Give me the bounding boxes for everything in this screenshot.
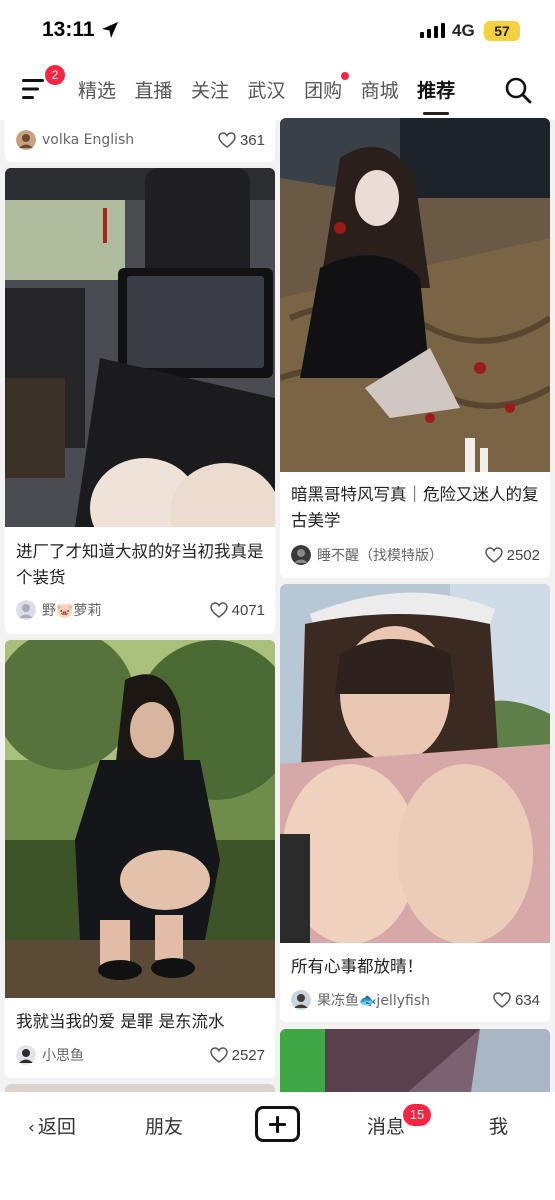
like-count: 361	[239, 131, 265, 149]
card-meta: 睡不醒（找模特版） 2502	[291, 544, 540, 566]
avatar[interactable]	[291, 990, 311, 1010]
heart-icon	[218, 132, 236, 148]
card-meta: 果冻鱼🐟jellyfish 634	[291, 989, 540, 1011]
card-title[interactable]: 我就当我的爱 是罪 是东流水	[16, 1009, 265, 1035]
menu-badge: 2	[45, 65, 65, 85]
chevron-left-icon: ‹	[28, 1118, 35, 1138]
avatar[interactable]	[291, 545, 311, 565]
like-count: 2502	[506, 546, 540, 564]
location-arrow-icon	[102, 22, 118, 38]
heart-icon	[484, 547, 503, 563]
like-button[interactable]: 4071	[209, 601, 265, 619]
tab-mall[interactable]: 商城	[361, 76, 399, 103]
battery-icon: 57	[484, 21, 520, 41]
card-title[interactable]: 进厂了才知道大叔的好当初我真是个装货	[16, 539, 265, 591]
top-nav: 2 精选 直播 关注 武汉 团购 商城 推荐	[0, 58, 555, 120]
card-title[interactable]: 所有心事都放晴！	[291, 954, 540, 980]
cover-image	[5, 168, 275, 527]
author-name[interactable]: 睡不醒（找模特版）	[317, 545, 485, 565]
avatar[interactable]	[16, 130, 36, 150]
card-meta: 小思鱼 2527	[16, 1044, 265, 1066]
tab-live[interactable]: 直播	[135, 76, 173, 103]
heart-icon	[209, 602, 228, 618]
like-count: 634	[514, 991, 540, 1009]
cover-image	[280, 584, 550, 943]
search-icon[interactable]	[504, 76, 532, 104]
feed-card[interactable]: volka English 361	[5, 120, 275, 162]
status-time: 13:11	[42, 18, 95, 41]
tab-label: 团购	[304, 80, 343, 102]
tab-me[interactable]: 我	[489, 1112, 508, 1139]
network-type: 4G	[452, 21, 475, 40]
like-count: 4071	[231, 601, 265, 619]
feed-card[interactable]	[280, 1029, 550, 1099]
tab-notification-dot	[341, 72, 350, 80]
back-button[interactable]: ‹ 返回	[28, 1112, 76, 1139]
cover-image	[280, 1029, 550, 1099]
author-name[interactable]: 小思鱼	[42, 1045, 210, 1065]
author-name[interactable]: volka English	[42, 132, 218, 148]
signal-icon	[420, 23, 445, 38]
menu-icon[interactable]	[20, 76, 48, 102]
cover-image	[5, 640, 275, 998]
tab-group-buy[interactable]: 团购	[304, 72, 350, 103]
like-count: 2527	[231, 1046, 265, 1064]
feed-card[interactable]: 我就当我的爱 是罪 是东流水 小思鱼 2527	[5, 640, 275, 1078]
heart-icon	[209, 1047, 228, 1063]
like-button[interactable]: 2527	[209, 1046, 265, 1064]
feed-card[interactable]: 所有心事都放晴！ 果冻鱼🐟jellyfish 634	[280, 584, 550, 1022]
cover-image	[280, 118, 550, 472]
like-button[interactable]: 361	[218, 132, 265, 149]
like-button[interactable]: 2502	[484, 546, 540, 564]
tab-messages[interactable]: 消息	[367, 1112, 405, 1139]
card-meta: volka English 361	[16, 129, 265, 151]
feed-card[interactable]: 暗黑哥特风写真｜危险又迷人的复古美学 睡不醒（找模特版） 2502	[280, 118, 550, 578]
status-bar: 13:11 4G 57	[0, 0, 555, 58]
tab-friends[interactable]: 朋友	[145, 1112, 183, 1139]
card-title[interactable]: 暗黑哥特风写真｜危险又迷人的复古美学	[291, 482, 540, 534]
author-name[interactable]: 果冻鱼🐟jellyfish	[317, 990, 493, 1010]
back-label: 返回	[37, 1116, 76, 1138]
like-button[interactable]: 634	[493, 992, 540, 1009]
bottom-tab-bar: ‹ 返回 朋友 消息 我	[0, 1092, 555, 1200]
tab-recommended[interactable]: 推荐	[417, 76, 455, 115]
avatar[interactable]	[16, 600, 36, 620]
messages-badge: 15	[403, 1104, 431, 1126]
tab-wuhan[interactable]: 武汉	[248, 76, 286, 103]
create-post-button[interactable]	[255, 1106, 300, 1142]
channel-tabs: 精选 直播 关注 武汉 团购 商城 推荐	[78, 72, 474, 115]
heart-icon	[493, 992, 511, 1008]
card-meta: 野🐷萝莉 4071	[16, 599, 265, 621]
avatar[interactable]	[16, 1045, 36, 1065]
author-name[interactable]: 野🐷萝莉	[42, 600, 210, 620]
tab-featured[interactable]: 精选	[78, 76, 116, 103]
feed-card[interactable]: 进厂了才知道大叔的好当初我真是个装货 野🐷萝莉 4071	[5, 168, 275, 634]
tab-following[interactable]: 关注	[191, 76, 229, 103]
